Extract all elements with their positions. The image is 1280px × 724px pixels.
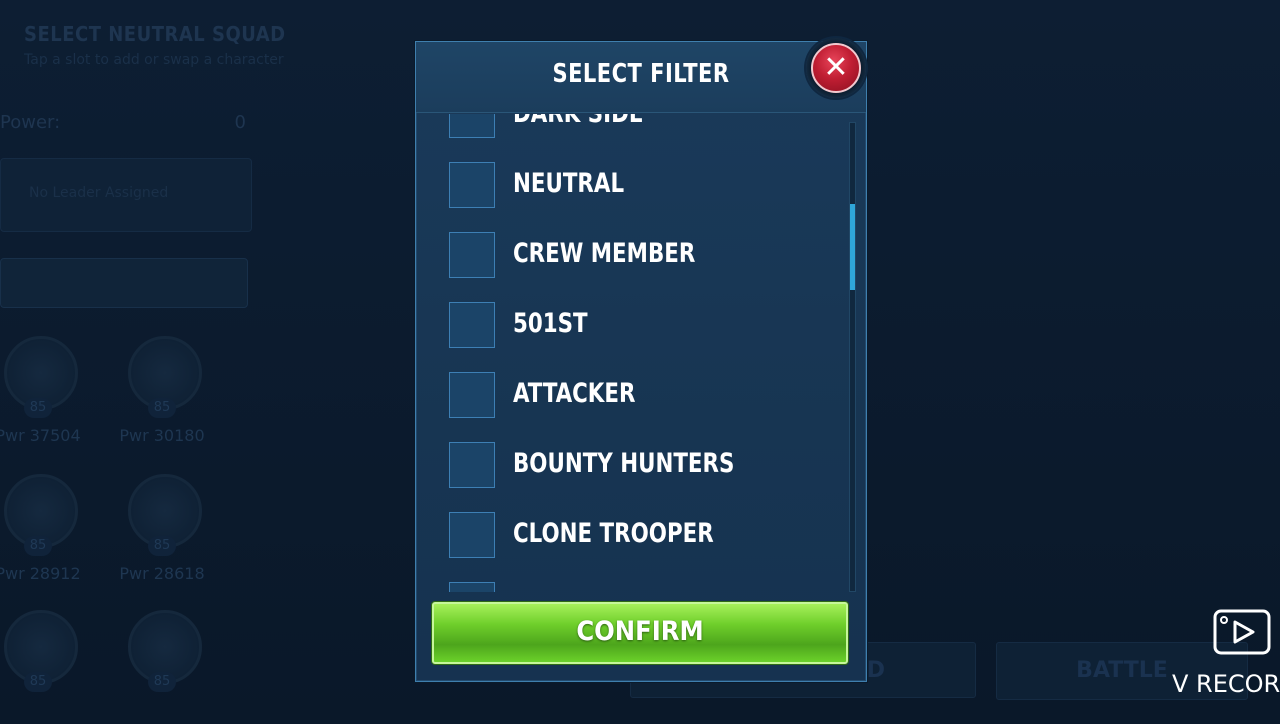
filter-label: BOUNTY HUNTERS	[513, 448, 735, 479]
leader-slot: No Leader Assigned	[0, 158, 252, 232]
character-card: 85	[112, 604, 212, 724]
character-level: 85	[24, 398, 52, 418]
background-subtitle: Tap a slot to add or swap a character	[24, 52, 284, 68]
filter-label: DARK SIDE	[513, 114, 643, 129]
character-card: 85 Pwr 28912	[0, 468, 88, 588]
filter-checkbox[interactable]	[449, 442, 495, 488]
filter-checkbox[interactable]	[449, 512, 495, 558]
character-card: 85 Pwr 28618	[112, 468, 212, 588]
filter-item-dark-side[interactable]: DARK SIDE	[449, 114, 839, 140]
filter-item-attacker[interactable]: ATTACKER	[449, 372, 839, 420]
filter-checkbox[interactable]	[449, 302, 495, 348]
watermark-text: V RECOR	[1172, 670, 1280, 698]
character-power: Pwr 28618	[119, 564, 205, 583]
leader-slot-text: No Leader Assigned	[29, 185, 169, 201]
modal-title: SELECT FILTER	[552, 59, 730, 89]
filter-checkbox[interactable]	[449, 114, 495, 138]
squad-power-label: Power:	[0, 112, 61, 133]
filter-label: 501ST	[513, 308, 588, 339]
character-power: Pwr 30180	[119, 426, 205, 445]
character-power: Pwr 37504	[0, 426, 81, 445]
filter-item-clone-trooper[interactable]: CLONE TROOPER	[449, 512, 839, 560]
filter-label: CREW MEMBER	[513, 238, 696, 269]
character-level: 85	[24, 672, 52, 692]
character-card: 85 Pwr 30180	[112, 330, 212, 450]
character-card: 85	[0, 604, 88, 724]
video-play-icon	[1213, 609, 1271, 655]
battle-button-label: BATTLE	[1076, 658, 1168, 683]
filter-label: ATTACKER	[513, 378, 636, 409]
filter-checkbox[interactable]	[449, 232, 495, 278]
close-icon[interactable]: ✕	[811, 43, 861, 93]
filter-item-neutral[interactable]: NEUTRAL	[449, 162, 839, 210]
filter-checkbox[interactable]	[449, 582, 495, 592]
filter-label: CLONE TROOPER	[513, 518, 714, 549]
modal-header: SELECT FILTER	[416, 42, 866, 113]
confirm-button[interactable]: CONFIRM	[432, 602, 848, 664]
filter-modal: SELECT FILTER DARK SIDE NEUTRAL CREW MEM…	[415, 41, 867, 682]
character-level: 85	[24, 536, 52, 556]
character-level: 85	[148, 672, 176, 692]
confirm-button-label: CONFIRM	[576, 616, 704, 647]
scrollbar-thumb[interactable]	[850, 204, 855, 290]
character-card: 85 Pwr 37504	[0, 330, 88, 450]
background-dropdown	[0, 258, 248, 308]
character-level: 85	[148, 398, 176, 418]
squad-power-value: 0	[234, 112, 246, 133]
close-button[interactable]: ✕	[806, 38, 866, 98]
filter-item-next[interactable]	[449, 582, 839, 592]
scrollbar-track[interactable]	[849, 122, 856, 592]
filter-item-crew-member[interactable]: CREW MEMBER	[449, 232, 839, 280]
background-title: SELECT NEUTRAL SQUAD	[24, 22, 286, 46]
character-power: Pwr 28912	[0, 564, 81, 583]
filter-item-501st[interactable]: 501ST	[449, 302, 839, 350]
filter-checkbox[interactable]	[449, 372, 495, 418]
character-level: 85	[148, 536, 176, 556]
filter-checkbox[interactable]	[449, 162, 495, 208]
filter-label: NEUTRAL	[513, 168, 625, 199]
filter-item-bounty-hunters[interactable]: BOUNTY HUNTERS	[449, 442, 839, 490]
filter-list[interactable]: DARK SIDE NEUTRAL CREW MEMBER 501ST ATTA…	[416, 114, 854, 592]
